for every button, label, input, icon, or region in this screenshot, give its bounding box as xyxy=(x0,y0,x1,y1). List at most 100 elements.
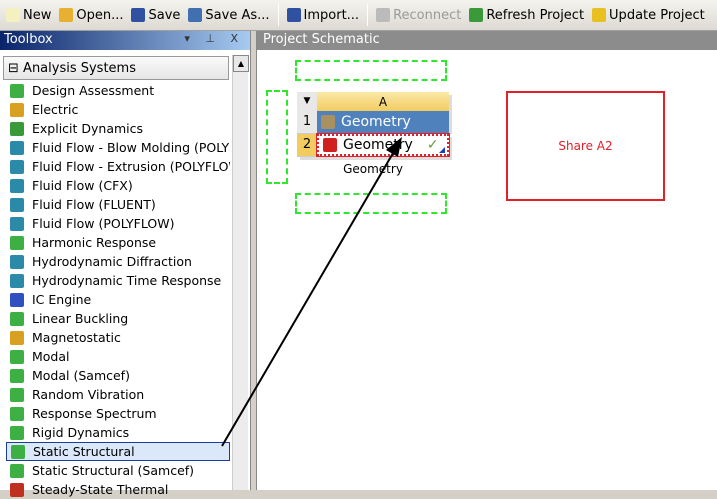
drop-zone-left[interactable] xyxy=(266,90,288,184)
save-icon xyxy=(131,8,146,22)
refresh-project-button[interactable]: Refresh Project xyxy=(469,8,584,23)
system-menu-button[interactable]: ▼ xyxy=(297,92,317,111)
analysis-system-icon xyxy=(10,197,24,212)
toolbox-item[interactable]: Fluid Flow (CFX) xyxy=(6,176,230,195)
analysis-system-icon xyxy=(10,102,24,117)
toolbox-item[interactable]: Magnetostatic xyxy=(6,328,230,347)
item-label: Magnetostatic xyxy=(32,330,121,345)
refresh-icon xyxy=(469,8,484,22)
analysis-system-icon xyxy=(10,387,24,402)
item-label: Modal (Samcef) xyxy=(32,368,130,383)
cell-label: Geometry xyxy=(343,137,413,153)
project-schematic-panel: Project Schematic ▼ A 1 Geometry 2 Geome… xyxy=(257,31,717,490)
toolbox-item[interactable]: Fluid Flow (FLUENT) xyxy=(6,195,230,214)
category-analysis-systems[interactable]: ⊟ Analysis Systems xyxy=(3,56,229,80)
toolbox-item[interactable]: Random Vibration xyxy=(6,385,230,404)
analysis-system-icon xyxy=(10,140,24,155)
reconnect-button[interactable]: Reconnect xyxy=(376,8,461,23)
analysis-system-icon xyxy=(10,311,24,326)
toolbox-item[interactable]: Hydrodynamic Time Response xyxy=(6,271,230,290)
item-label: Fluid Flow - Extrusion (POLYFLOW) xyxy=(32,159,230,174)
drop-zone-top[interactable] xyxy=(295,60,447,81)
import-button[interactable]: Import... xyxy=(286,8,359,23)
cell-geometry-1[interactable]: Geometry xyxy=(317,111,449,133)
toolbox-item[interactable]: IC Engine xyxy=(6,290,230,309)
analysis-system-icon xyxy=(10,463,24,478)
new-button[interactable]: New xyxy=(6,8,51,23)
toolbox-item[interactable]: Modal xyxy=(6,347,230,366)
new-icon xyxy=(6,8,20,22)
corner-indicator-icon xyxy=(439,147,445,153)
item-label: Explicit Dynamics xyxy=(32,121,144,136)
toolbox-item[interactable]: Static Structural (Samcef) xyxy=(6,461,230,480)
toolbox-item[interactable]: Harmonic Response xyxy=(6,233,230,252)
reconnect-icon xyxy=(376,8,391,22)
collapse-icon[interactable]: ⊟ xyxy=(8,61,19,76)
column-header: A xyxy=(317,92,449,111)
lightning-icon xyxy=(592,8,607,22)
row-number: 1 xyxy=(297,111,317,133)
button-label: Save xyxy=(148,7,181,23)
item-label: Fluid Flow (POLYFLOW) xyxy=(32,216,175,231)
check-icon: ✓ xyxy=(426,137,439,153)
save-as-button[interactable]: Save As... xyxy=(188,7,270,23)
system-name[interactable]: Geometry xyxy=(297,162,449,176)
toolbox-item[interactable]: Fluid Flow - Blow Molding (POLYFLOW) xyxy=(6,138,230,157)
save-as-icon xyxy=(188,8,203,22)
toolbox-scrollbar[interactable]: ▲ xyxy=(232,55,249,490)
update-project-button[interactable]: Update Project xyxy=(592,8,705,23)
solidworks-icon xyxy=(323,138,337,152)
item-label: Electric xyxy=(32,102,79,117)
toolbox-item[interactable]: Explicit Dynamics xyxy=(6,119,230,138)
toolbox-item[interactable]: Linear Buckling xyxy=(6,309,230,328)
button-label: Open... xyxy=(76,7,124,23)
toolbox-item[interactable]: Design Assessment xyxy=(6,81,230,100)
button-label: Save As... xyxy=(205,7,270,23)
toolbox-header: Toolbox ▾ ⊥ X xyxy=(0,31,250,50)
cell-geometry-2[interactable]: Geometry ✓ xyxy=(316,133,450,157)
geometry-system-block[interactable]: ▼ A 1 Geometry 2 Geometry ✓ Geometry xyxy=(297,92,450,176)
toolbox-item[interactable]: Modal (Samcef) xyxy=(6,366,230,385)
analysis-system-icon xyxy=(10,83,24,98)
item-label: Harmonic Response xyxy=(32,235,157,250)
analysis-system-icon xyxy=(10,121,24,136)
share-drop-target[interactable]: Share A2 xyxy=(506,91,665,201)
analysis-system-icon xyxy=(10,330,24,345)
panel-controls[interactable]: ▾ ⊥ X xyxy=(184,32,244,45)
button-label: New xyxy=(23,7,52,23)
item-label: Design Assessment xyxy=(32,83,155,98)
save-button[interactable]: Save xyxy=(131,8,180,23)
analysis-systems-list: Design Assessment Electric Explicit Dynami… xyxy=(6,81,230,499)
open-button[interactable]: Open... xyxy=(59,8,123,23)
analysis-system-icon xyxy=(10,349,24,364)
drop-zone-bottom[interactable] xyxy=(295,193,447,214)
analysis-system-icon xyxy=(10,235,24,250)
analysis-system-icon xyxy=(11,444,25,459)
toolbox-item[interactable]: Fluid Flow (POLYFLOW) xyxy=(6,214,230,233)
category-label: Analysis Systems xyxy=(23,61,136,76)
toolbox-item[interactable]: Fluid Flow - Extrusion (POLYFLOW) xyxy=(6,157,230,176)
item-label: Response Spectrum xyxy=(32,406,157,421)
cell-label: Geometry xyxy=(341,114,411,130)
item-label: Hydrodynamic Diffraction xyxy=(32,254,192,269)
toolbox-item[interactable]: Electric xyxy=(6,100,230,119)
item-label: Random Vibration xyxy=(32,387,145,402)
geometry-box-icon xyxy=(321,115,335,129)
toolbox-item[interactable]: Hydrodynamic Diffraction xyxy=(6,252,230,271)
analysis-system-icon xyxy=(10,254,24,269)
toolbox-item[interactable]: Response Spectrum xyxy=(6,404,230,423)
analysis-system-icon xyxy=(10,178,24,193)
item-label: IC Engine xyxy=(32,292,92,307)
item-label: Static Structural (Samcef) xyxy=(32,463,195,478)
scroll-up-button[interactable]: ▲ xyxy=(233,55,249,72)
item-label: Fluid Flow - Blow Molding (POLYFLOW) xyxy=(32,140,230,155)
toolbar: New Open... Save Save As... Import... Reconne… xyxy=(0,0,717,31)
row-number: 2 xyxy=(297,134,317,156)
analysis-system-icon xyxy=(10,216,24,231)
toolbar-separator xyxy=(277,4,279,26)
item-label: Static Structural xyxy=(33,444,135,459)
toolbox-title: Toolbox xyxy=(4,32,53,47)
analysis-system-icon xyxy=(10,368,24,383)
toolbox-item[interactable]: Rigid Dynamics xyxy=(6,423,230,442)
toolbox-item[interactable]: Static Structural xyxy=(6,442,230,461)
